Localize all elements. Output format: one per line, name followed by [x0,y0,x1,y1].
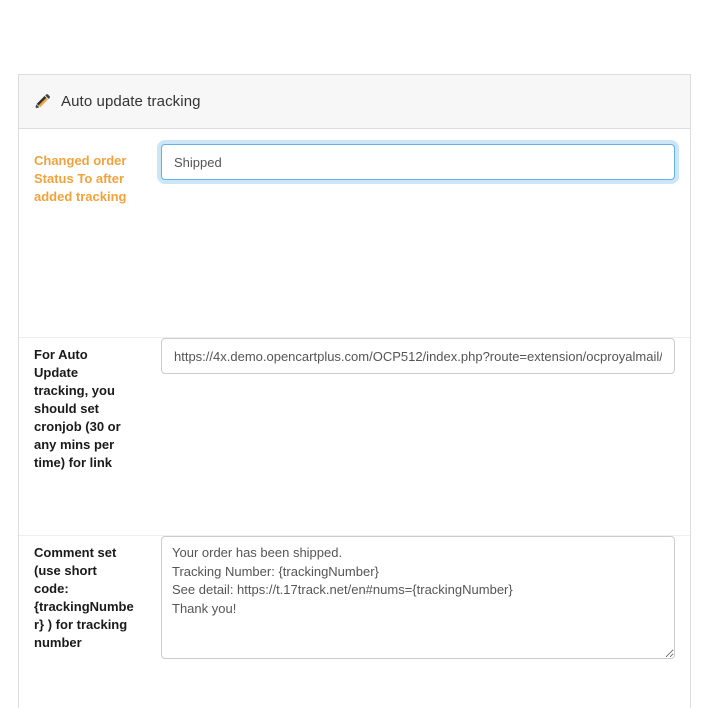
comment-set-textarea[interactable]: Your order has been shipped. Tracking Nu… [161,536,675,659]
pencil-icon [34,93,51,110]
control-changed-order-status [144,144,675,180]
label-changed-order-status: Changed order Status To after added trac… [34,153,127,204]
auto-update-tracking-panel: Auto update tracking Changed order Statu… [18,74,691,708]
cronjob-link-input[interactable] [161,338,675,374]
label-comment-set: Comment set (use short code: {trackingNu… [34,545,134,650]
form-row-comment-set: Comment set (use short code: {trackingNu… [19,536,690,708]
label-cronjob-link: For Auto Update tracking, you should set… [34,347,121,470]
panel-body: Changed order Status To after added trac… [19,129,690,708]
panel-header: Auto update tracking [19,75,690,129]
form-row-changed-order-status: Changed order Status To after added trac… [19,144,690,338]
changed-order-status-input[interactable] [161,144,675,180]
control-comment-set: Your order has been shipped. Tracking Nu… [144,536,675,659]
control-cronjob-link [144,338,675,374]
form-row-cronjob-link: For Auto Update tracking, you should set… [19,338,690,536]
panel-title: Auto update tracking [61,93,201,110]
